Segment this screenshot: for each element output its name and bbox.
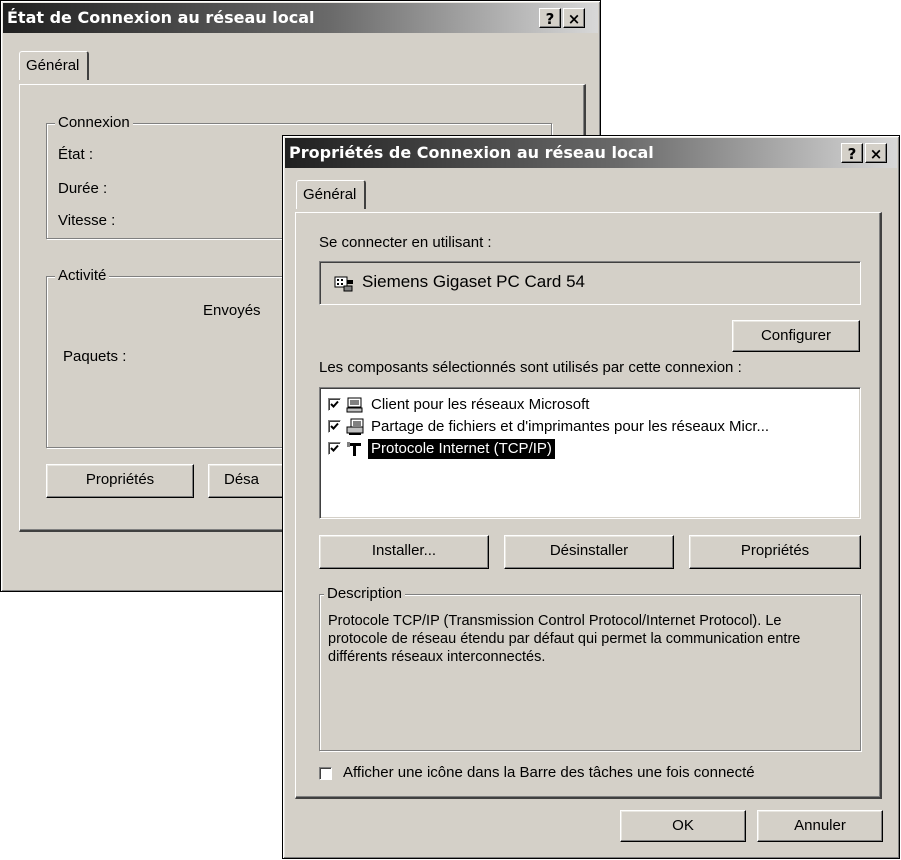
envoyes-label: Envoyés xyxy=(203,302,261,319)
cancel-button[interactable]: Annuler xyxy=(757,810,883,842)
network-adapter-icon xyxy=(334,274,354,296)
tab-general[interactable]: Général xyxy=(19,51,90,80)
window-title: Propriétés de Connexion au réseau local xyxy=(289,143,654,162)
adapter-field: Siemens Gigaset PC Card 54 xyxy=(319,261,861,305)
ok-button[interactable]: OK xyxy=(620,810,746,842)
tab-general[interactable]: Général xyxy=(296,180,367,209)
install-button[interactable]: Installer... xyxy=(319,535,489,569)
description-group: Description Protocole TCP/IP (Transmissi… xyxy=(319,585,861,751)
uninstall-button[interactable]: Désinstaller xyxy=(504,535,674,569)
configure-button[interactable]: Configurer xyxy=(732,320,860,352)
tab-panel: Se connecter en utilisant : Siemens Giga… xyxy=(295,212,882,799)
tray-icon-label: Afficher une icône dans la Barre des tâc… xyxy=(343,764,755,781)
close-button[interactable]: × xyxy=(865,143,887,163)
list-item-label: Partage de fichiers et d'imprimantes pou… xyxy=(371,418,770,435)
list-item-label: Protocole Internet (TCP/IP) xyxy=(368,439,555,459)
properties-window-titlebar[interactable]: Propriétés de Connexion au réseau local … xyxy=(285,138,897,168)
close-button[interactable]: × xyxy=(563,8,585,28)
etat-label: État : xyxy=(58,146,94,163)
group-title: Activité xyxy=(55,267,110,285)
properties-button[interactable]: Propriétés xyxy=(46,464,194,498)
help-button[interactable]: ? xyxy=(841,143,863,163)
components-label: Les composants sélectionnés sont utilisé… xyxy=(319,359,742,376)
group-title: Connexion xyxy=(55,114,133,132)
list-item-label: Client pour les réseaux Microsoft xyxy=(371,396,590,413)
file-printer-sharing-icon xyxy=(346,418,366,440)
vitesse-label: Vitesse : xyxy=(58,212,116,229)
network-client-icon xyxy=(346,396,364,418)
components-list[interactable]: Client pour les réseaux Microsoft Partag… xyxy=(319,387,861,519)
connect-using-label: Se connecter en utilisant : xyxy=(319,234,492,251)
checkbox[interactable] xyxy=(328,420,341,433)
properties-window: Propriétés de Connexion au réseau local … xyxy=(282,135,900,859)
status-window-titlebar[interactable]: État de Connexion au réseau local ? × xyxy=(3,3,598,33)
adapter-name: Siemens Gigaset PC Card 54 xyxy=(362,272,585,291)
tray-icon-option[interactable]: Afficher une icône dans la Barre des tâc… xyxy=(319,764,864,784)
checkbox[interactable] xyxy=(328,398,341,411)
duree-label: Durée : xyxy=(58,180,108,197)
checkbox[interactable] xyxy=(319,767,332,780)
paquets-label: Paquets : xyxy=(63,348,127,365)
checkbox[interactable] xyxy=(328,442,341,455)
component-properties-button[interactable]: Propriétés xyxy=(689,535,861,569)
group-title: Description xyxy=(324,585,406,603)
window-title: État de Connexion au réseau local xyxy=(7,8,315,27)
description-text: Protocole TCP/IP (Transmission Control P… xyxy=(328,613,801,665)
help-button[interactable]: ? xyxy=(539,8,561,28)
protocol-icon xyxy=(346,440,364,462)
